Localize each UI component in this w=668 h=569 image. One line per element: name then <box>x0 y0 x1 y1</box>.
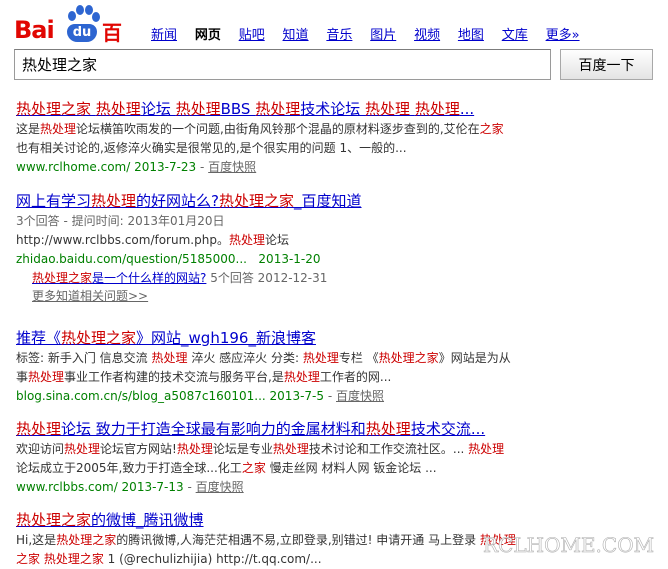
cache-link[interactable]: 百度快照 <box>336 389 384 403</box>
result-title[interactable]: 推荐《热处理之家》网站_wgh196_新浪博客 <box>16 328 656 349</box>
nav-more[interactable]: 更多» <box>546 24 580 43</box>
cache-link[interactable]: 百度快照 <box>196 480 244 494</box>
logo-text-du: du <box>67 24 97 42</box>
result-abstract: 欢迎访问热处理论坛官方网站!热处理论坛是专业热处理技术讨论和工作交流社区。...… <box>16 442 505 475</box>
nav-map[interactable]: 地图 <box>458 24 484 43</box>
result-meta: 3个回答 - 提问时间: 2013年01月20日 <box>16 214 225 228</box>
result-url: blog.sina.com.cn/s/blog_a5087c160101... … <box>16 389 325 403</box>
nav-tieba[interactable]: 贴吧 <box>239 24 265 43</box>
result-url-line: www.rclhome.com/ 2013-7-23 - 百度快照 <box>16 160 257 174</box>
header: Bai du 百度 新闻 网页 贴吧 知道 音乐 图片 视频 地图 文库 更多»… <box>0 0 668 84</box>
result-url-line: blog.sina.com.cn/s/blog_a5087c160101... … <box>16 389 385 403</box>
result-url-line: www.rclbbs.com/ 2013-7-13 - 百度快照 <box>16 480 244 494</box>
watermark: RCLHOME.COM <box>483 533 655 558</box>
result-abstract: http://www.rclbbs.com/forum.php。热处理论坛 <box>16 233 289 247</box>
result-item: 推荐《热处理之家》网站_wgh196_新浪博客 标签: 新手入门 信息交流 热处… <box>16 328 656 406</box>
result-url-line: zhidao.baidu.com/question/5185000... 201… <box>16 250 656 269</box>
more-related-link[interactable]: 更多知道相关问题>> <box>32 288 656 305</box>
result-item: 网上有学习热处理的好网站么?热处理之家_百度知道 3个回答 - 提问时间: 20… <box>16 191 656 305</box>
result-url: www.rclhome.com/ 2013-7-23 <box>16 160 197 174</box>
result-date: 2013-1-20 <box>258 252 321 266</box>
result-item: 热处理论坛 致力于打造全球最有影响力的金属材料和热处理技术交流... 欢迎访问热… <box>16 419 656 497</box>
result-title[interactable]: 网上有学习热处理的好网站么?热处理之家_百度知道 <box>16 191 656 212</box>
nav-zhidao[interactable]: 知道 <box>283 24 309 43</box>
result-title[interactable]: 热处理之家的微博_腾讯微博 <box>16 510 656 531</box>
nav-news[interactable]: 新闻 <box>151 24 177 43</box>
cache-link[interactable]: 百度快照 <box>208 160 256 174</box>
search-input[interactable] <box>14 49 551 80</box>
nav-images[interactable]: 图片 <box>370 24 396 43</box>
result-url: zhidao.baidu.com/question/5185000... <box>16 252 247 266</box>
baidu-logo[interactable]: Bai du 百度 <box>14 4 134 74</box>
related-question-meta: 5个回答 2012-12-31 <box>210 271 328 285</box>
nav-web: 网页 <box>194 28 221 43</box>
search-button[interactable]: 百度一下 <box>560 49 653 80</box>
result-item: 热处理之家 热处理论坛 热处理BBS 热处理技术论坛 热处理 热处理... 这是… <box>16 99 656 177</box>
result-abstract: 这是热处理论坛横笛吹雨发的一个问题,由街角风铃那个混晶的原材料逐步查到的,艾伦在… <box>16 122 504 155</box>
nav-video[interactable]: 视频 <box>414 24 440 43</box>
related-question-link[interactable]: 热处理之家是一个什么样的网站? <box>32 271 206 285</box>
logo-text-bai: Bai <box>14 16 55 44</box>
result-abstract: 标签: 新手入门 信息交流 热处理 淬火 感应淬火 分类: 热处理专栏 《热处理… <box>16 351 511 384</box>
nav-wenku[interactable]: 文库 <box>502 24 528 43</box>
related-question: 热处理之家是一个什么样的网站? 5个回答 2012-12-31 <box>32 269 656 288</box>
nav-music[interactable]: 音乐 <box>326 24 352 43</box>
result-title[interactable]: 热处理论坛 致力于打造全球最有影响力的金属材料和热处理技术交流... <box>16 419 656 440</box>
result-url: www.rclbbs.com/ 2013-7-13 <box>16 480 184 494</box>
result-title[interactable]: 热处理之家 热处理论坛 热处理BBS 热处理技术论坛 热处理 热处理... <box>16 99 656 120</box>
top-nav: 新闻 网页 贴吧 知道 音乐 图片 视频 地图 文库 更多» <box>151 24 594 43</box>
